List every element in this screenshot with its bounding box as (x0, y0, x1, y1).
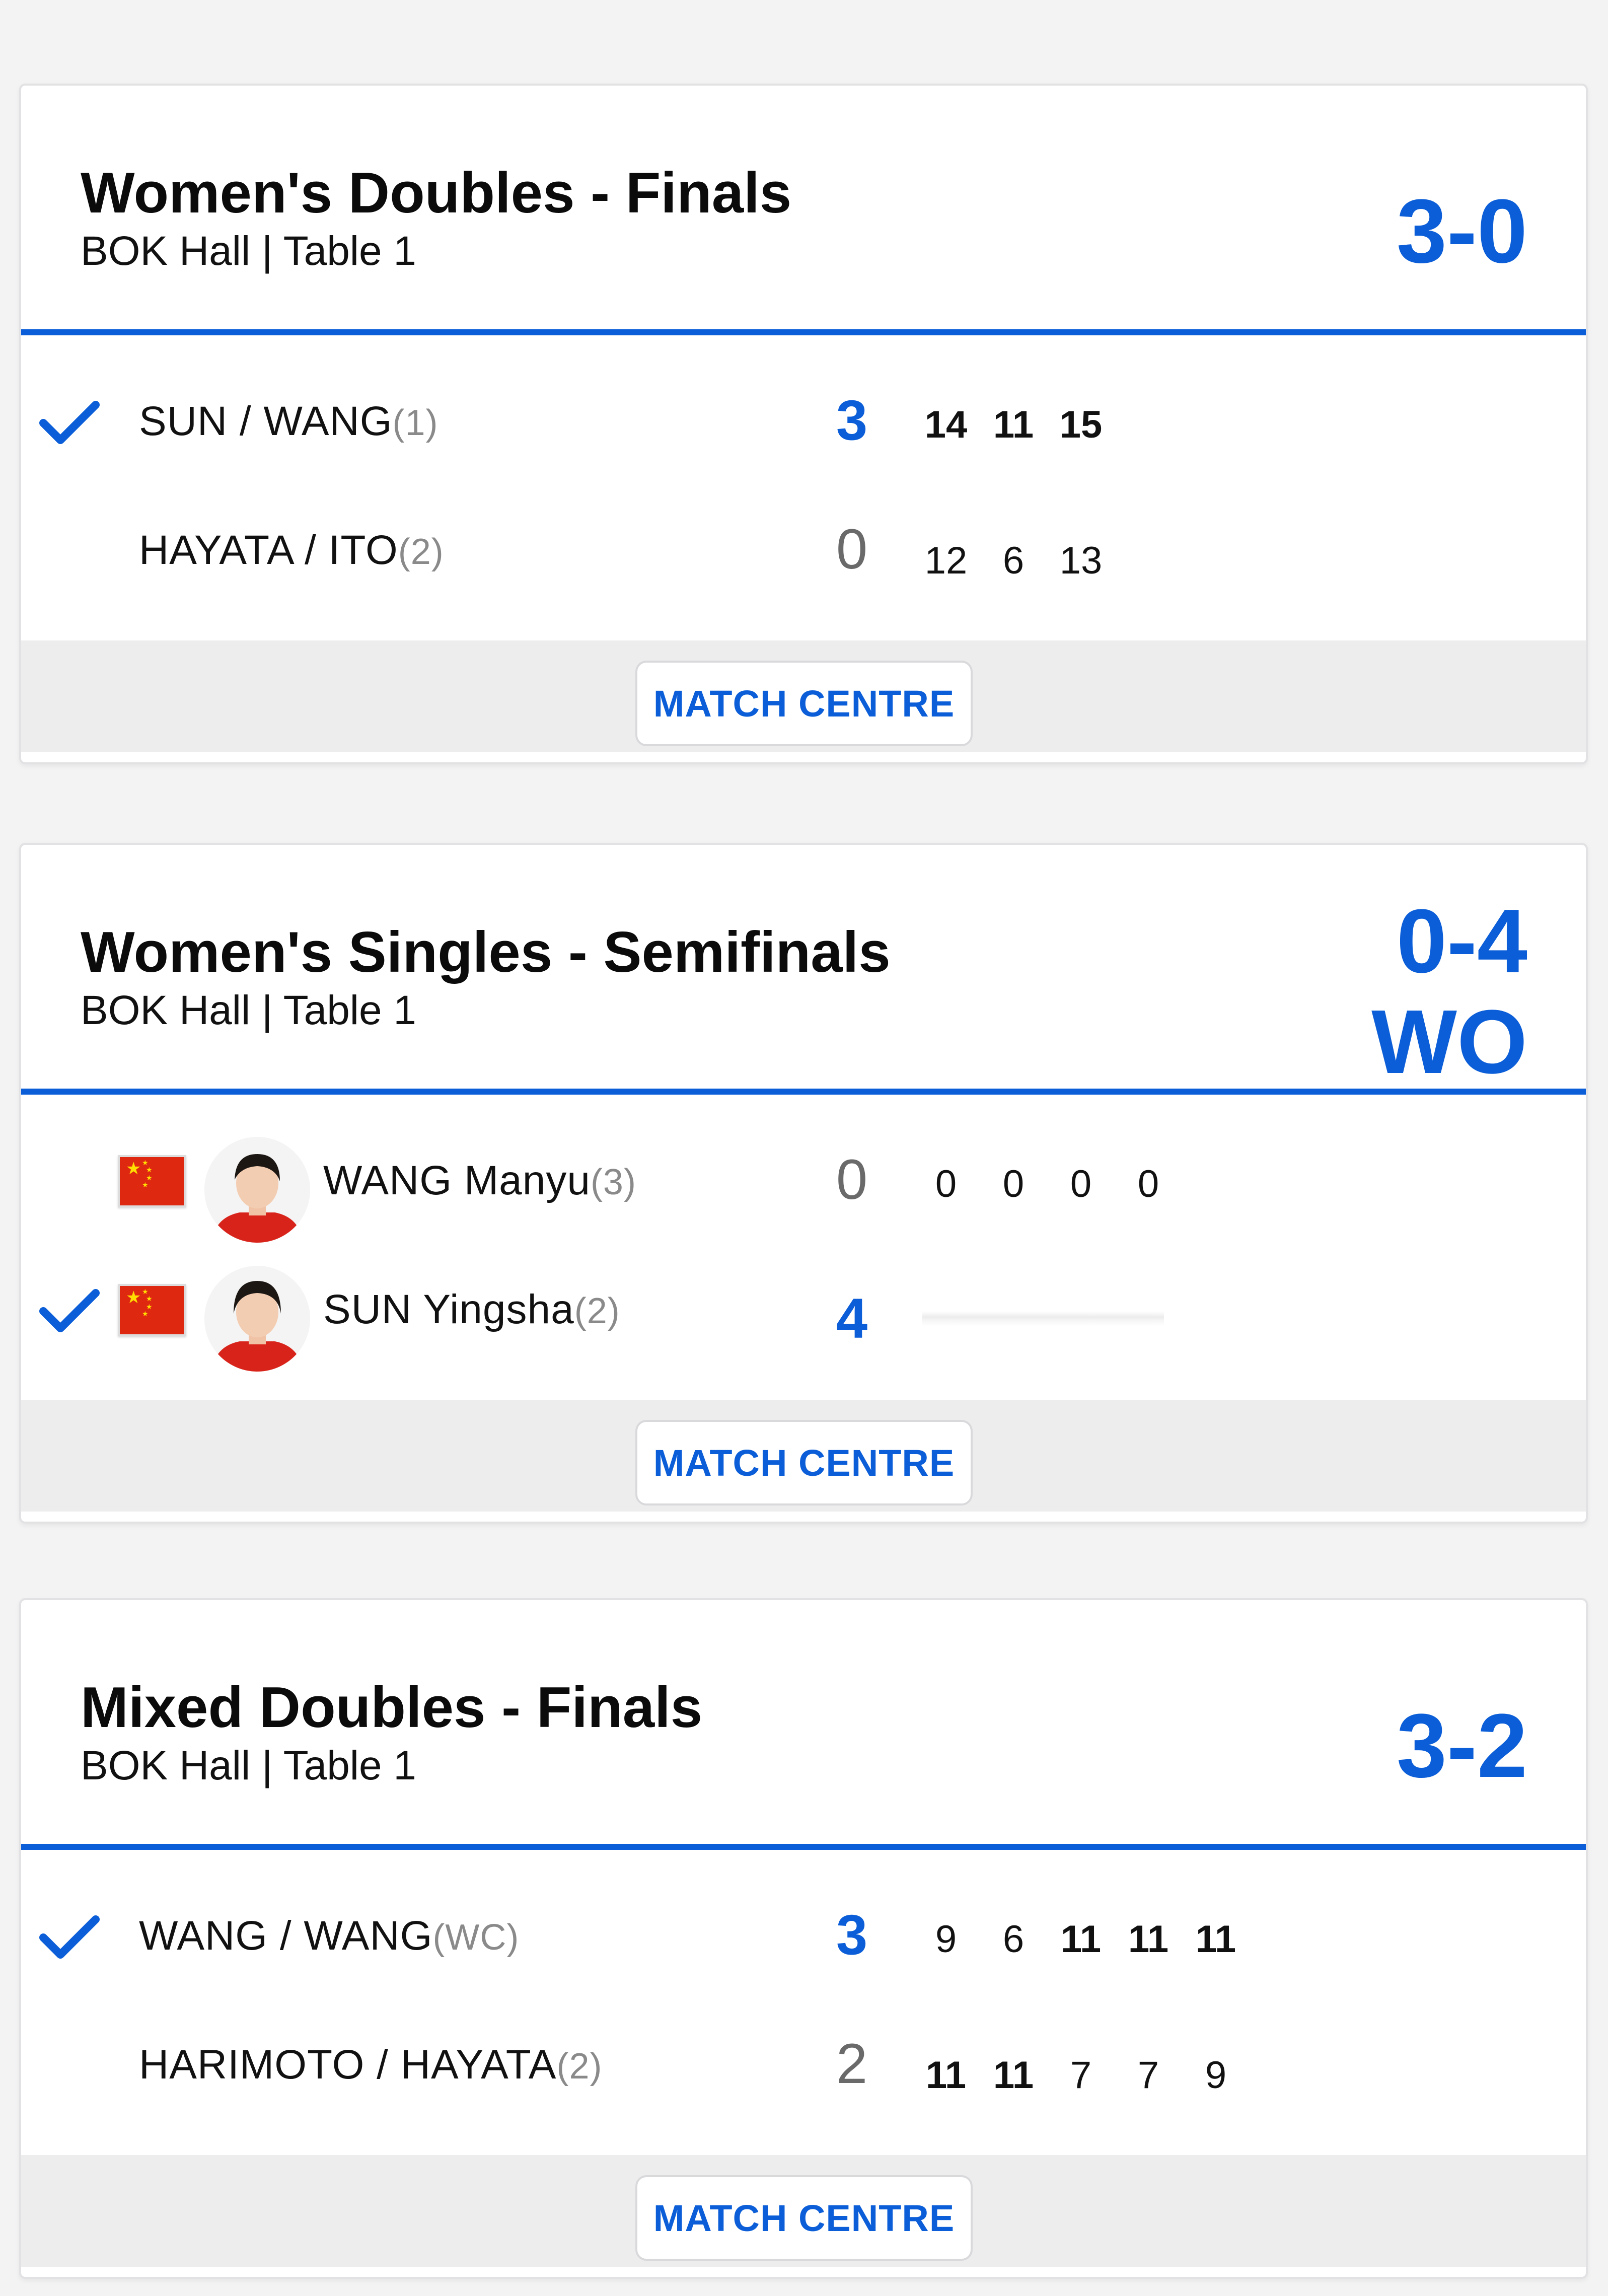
player-name: WANG / WANG(WC) (139, 1913, 520, 1959)
game-score: 6 (1002, 1918, 1025, 1961)
player-name: SUN Yingsha(2) (323, 1286, 620, 1332)
player-name: WANG Manyu(3) (323, 1158, 636, 1203)
overall-score-line: 3-2 (1396, 1695, 1527, 1797)
match-card: Women's Singles - Semifinals BOK Hall | … (19, 843, 1588, 1524)
match-card-header: Women's Doubles - Finals BOK Hall | Tabl… (21, 86, 1586, 335)
game-score: 15 (1059, 403, 1103, 446)
match-title: Mixed Doubles - Finals (81, 1676, 703, 1740)
match-card-footer: MATCH CENTRE (21, 2155, 1586, 2267)
player-match-score: 0 (836, 518, 868, 581)
overall-score: 3-0 (1397, 186, 1527, 277)
game-score: 0 (1070, 1163, 1092, 1205)
game-score: 7 (1137, 2054, 1159, 2097)
player-seed: (2) (556, 2046, 603, 2087)
match-title: Women's Singles - Semifinals (81, 920, 891, 984)
winner-check-icon (39, 400, 100, 446)
match-card-footer: MATCH CENTRE (21, 1400, 1586, 1512)
player-seed: (3) (590, 1162, 636, 1202)
overall-score: 3-2 (1397, 1701, 1527, 1791)
player-row: ★ ★ ★ ★ ★ WANG Manyu(3) 0 0 0 0 0 (21, 1127, 1586, 1243)
player-seed: (WC) (432, 1917, 520, 1958)
game-score: 11 (993, 403, 1034, 446)
game-score: 0 (935, 1163, 957, 1205)
overall-score: 0-4 WO (1371, 891, 1527, 1093)
player-photo (204, 1266, 310, 1372)
match-rows: ★ ★ ★ ★ ★ WANG Manyu(3) 0 0 0 0 0 ★ ★ ★ … (21, 1095, 1586, 1400)
match-results-page: Women's Doubles - Finals BOK Hall | Tabl… (0, 0, 1608, 2296)
player-row: SUN / WANG(1) 3 14 11 15 (21, 368, 1586, 468)
game-score: 0 (1002, 1163, 1025, 1205)
china-flag-icon: ★ ★ ★ ★ ★ (118, 1155, 186, 1207)
game-score: 11 (993, 2054, 1034, 2097)
match-card-header: Mixed Doubles - Finals BOK Hall | Table … (21, 1600, 1586, 1850)
game-score: 13 (1059, 539, 1103, 582)
game-score: 11 (925, 2054, 967, 2097)
match-rows: WANG / WANG(WC) 3 9 6 11 11 11 HARIMOTO … (21, 1850, 1586, 2155)
player-row: HAYATA / ITO(2) 0 12 6 13 (21, 496, 1586, 597)
game-scores: 11 11 7 7 9 (912, 2053, 1250, 2104)
match-card: Women's Doubles - Finals BOK Hall | Tabl… (19, 84, 1588, 764)
overall-score-line: 3-0 (1396, 181, 1527, 282)
player-row: WANG / WANG(WC) 3 9 6 11 11 11 (21, 1882, 1586, 1983)
match-venue: BOK Hall | Table 1 (81, 228, 417, 274)
player-match-score: 2 (836, 2032, 868, 2095)
game-score: 14 (924, 403, 968, 446)
winner-check-icon (39, 1288, 100, 1334)
player-match-score: 0 (836, 1148, 868, 1211)
match-rows: SUN / WANG(1) 3 14 11 15 HAYATA / ITO(2)… (21, 335, 1586, 640)
winner-check-icon (39, 1914, 100, 1961)
player-name: HARIMOTO / HAYATA(2) (139, 2042, 603, 2088)
game-score: 9 (935, 1918, 957, 1961)
player-name: HAYATA / ITO(2) (139, 527, 444, 573)
match-centre-button[interactable]: MATCH CENTRE (635, 1420, 973, 1505)
player-seed: (2) (398, 532, 444, 572)
match-card-header: Women's Singles - Semifinals BOK Hall | … (21, 845, 1586, 1095)
match-venue: BOK Hall | Table 1 (81, 987, 417, 1033)
match-centre-button[interactable]: MATCH CENTRE (635, 2175, 973, 2261)
game-score: 6 (1002, 539, 1025, 582)
game-scores: 14 11 15 (912, 403, 1115, 453)
player-match-score: 3 (836, 1903, 868, 1966)
player-photo (204, 1137, 310, 1243)
match-title: Women's Doubles - Finals (81, 161, 792, 225)
walkover-label: WO (1371, 991, 1527, 1093)
game-scores: 9 6 11 11 11 (912, 1917, 1250, 1968)
loading-placeholder (922, 1311, 1164, 1326)
match-venue: BOK Hall | Table 1 (81, 1743, 417, 1788)
player-match-score: 4 (836, 1287, 868, 1350)
game-score: 12 (924, 539, 968, 582)
game-score: 11 (1060, 1918, 1102, 1961)
player-row: ★ ★ ★ ★ ★ SUN Yingsha(2) 4 (21, 1256, 1586, 1372)
game-score: 11 (1195, 1918, 1236, 1961)
player-seed: (2) (574, 1291, 620, 1331)
match-card-footer: MATCH CENTRE (21, 640, 1586, 752)
match-card: Mixed Doubles - Finals BOK Hall | Table … (19, 1598, 1588, 2279)
player-row: HARIMOTO / HAYATA(2) 2 11 11 7 7 9 (21, 2011, 1586, 2112)
china-flag-icon: ★ ★ ★ ★ ★ (118, 1284, 186, 1336)
game-score: 9 (1205, 2054, 1227, 2097)
match-centre-button[interactable]: MATCH CENTRE (635, 661, 973, 746)
player-name: SUN / WANG(1) (139, 398, 438, 444)
game-score: 11 (1128, 1918, 1169, 1961)
overall-score-line: 0-4 (1396, 891, 1527, 992)
game-score: 0 (1137, 1163, 1159, 1205)
player-match-score: 3 (836, 389, 868, 452)
player-seed: (1) (392, 403, 438, 443)
game-scores: 12 6 13 (912, 539, 1115, 589)
game-scores: 0 0 0 0 (912, 1162, 1182, 1212)
game-score: 7 (1070, 2054, 1092, 2097)
